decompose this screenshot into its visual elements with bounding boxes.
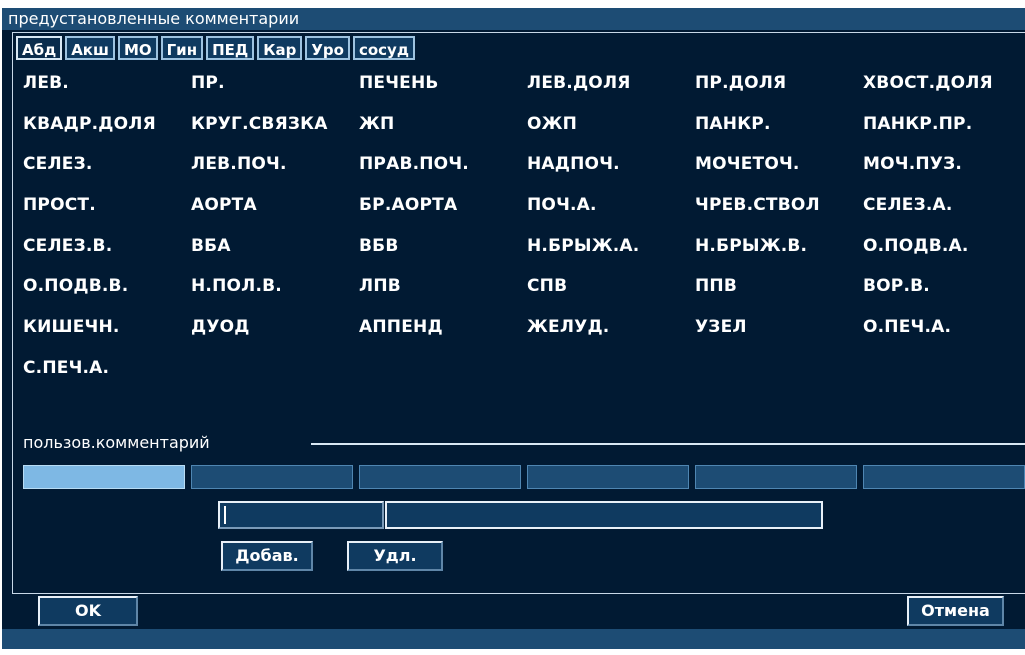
tab-abd[interactable]: Абд (16, 36, 63, 60)
comment-item[interactable]: О.ПОДВ.А. (863, 232, 1025, 273)
custom-slot-3[interactable] (359, 465, 521, 489)
tab-sosud[interactable]: сосуд (352, 36, 415, 60)
comment-item[interactable]: УЗЕЛ (695, 313, 863, 354)
cancel-button[interactable]: Отмена (907, 596, 1004, 626)
comment-item[interactable]: БР.АОРТА (359, 191, 527, 232)
tab-gin[interactable]: Гин (160, 36, 204, 60)
comment-item[interactable]: СПВ (527, 272, 695, 313)
comment-item[interactable]: ЖП (359, 110, 527, 151)
comment-item[interactable]: Н.БРЫЖ.А. (527, 232, 695, 273)
custom-slot-4[interactable] (527, 465, 689, 489)
comment-grid: ЛЕВ. ПР. ПЕЧЕНЬ ЛЕВ.ДОЛЯ ПР.ДОЛЯ ХВОСТ.Д… (23, 69, 1023, 395)
comment-item[interactable]: ВБА (191, 232, 359, 273)
comment-item[interactable]: ВОР.В. (863, 272, 1025, 313)
comment-item[interactable]: ОЖП (527, 110, 695, 151)
comment-item[interactable]: СЕЛЕЗ. (23, 150, 191, 191)
category-tabs: Абд Акш МО Гин ПЕД Кар Уро сосуд (16, 36, 415, 62)
comment-item[interactable]: ПРОСТ. (23, 191, 191, 232)
custom-comment-slots (23, 465, 1025, 489)
comment-item[interactable]: НАДПОЧ. (527, 150, 695, 191)
tab-uro[interactable]: Уро (305, 36, 350, 60)
comment-item[interactable]: ЛЕВ.ДОЛЯ (527, 69, 695, 110)
comment-item[interactable]: ЛЕВ. (23, 69, 191, 110)
comment-item[interactable]: МОЧ.ПУЗ. (863, 150, 1025, 191)
comment-item[interactable]: ППВ (695, 272, 863, 313)
tab-kar[interactable]: Кар (257, 36, 303, 60)
comment-item[interactable]: АОРТА (191, 191, 359, 232)
custom-comment-text-input[interactable] (385, 501, 823, 529)
comment-item[interactable]: ВБВ (359, 232, 527, 273)
comment-item[interactable]: Н.БРЫЖ.В. (695, 232, 863, 273)
comment-item[interactable]: ХВОСТ.ДОЛЯ (863, 69, 1025, 110)
comment-item[interactable]: МОЧЕТОЧ. (695, 150, 863, 191)
comment-item[interactable]: КВАДР.ДОЛЯ (23, 110, 191, 151)
custom-comment-label: пользов.комментарий (23, 433, 210, 452)
comment-item[interactable]: ПАНКР. (695, 110, 863, 151)
preset-comments-dialog: предустановленные комментарии Абд Акш МО… (2, 8, 1025, 649)
delete-button[interactable]: Удл. (347, 541, 443, 571)
comment-item[interactable]: ЧРЕВ.СТВОЛ (695, 191, 863, 232)
tab-aksh[interactable]: Акш (65, 36, 115, 60)
comment-item[interactable]: ПР. (191, 69, 359, 110)
tab-ped[interactable]: ПЕД (206, 36, 255, 60)
comment-item[interactable]: ЖЕЛУД. (527, 313, 695, 354)
comment-item[interactable]: ПАНКР.ПР. (863, 110, 1025, 151)
comment-item[interactable]: ДУОД (191, 313, 359, 354)
comment-item[interactable]: КРУГ.СВЯЗКА (191, 110, 359, 151)
tab-mo[interactable]: МО (117, 36, 158, 60)
custom-slot-2[interactable] (191, 465, 353, 489)
comment-item[interactable]: АППЕНД (359, 313, 527, 354)
custom-slot-6[interactable] (863, 465, 1025, 489)
comment-item[interactable]: С.ПЕЧ.А. (23, 354, 191, 395)
comment-item[interactable]: О.ПОДВ.В. (23, 272, 191, 313)
comments-panel: Абд Акш МО Гин ПЕД Кар Уро сосуд ЛЕВ. ПР… (12, 32, 1025, 594)
bottom-bar (2, 629, 1025, 649)
comment-item[interactable]: КИШЕЧН. (23, 313, 191, 354)
comment-item[interactable]: ПР.ДОЛЯ (695, 69, 863, 110)
comment-item[interactable]: ПОЧ.А. (527, 191, 695, 232)
comment-item[interactable]: Н.ПОЛ.В. (191, 272, 359, 313)
ok-button[interactable]: OK (38, 596, 138, 626)
custom-slot-1[interactable] (23, 465, 185, 489)
custom-comment-short-input[interactable] (218, 501, 384, 529)
custom-slot-5[interactable] (695, 465, 857, 489)
comment-item[interactable]: ПЕЧЕНЬ (359, 69, 527, 110)
add-button[interactable]: Добав. (221, 541, 313, 571)
comment-item[interactable]: ПРАВ.ПОЧ. (359, 150, 527, 191)
comment-item[interactable]: О.ПЕЧ.А. (863, 313, 1025, 354)
dialog-title: предустановленные комментарии (2, 8, 1025, 30)
comment-item[interactable]: ЛПВ (359, 272, 527, 313)
comment-item[interactable]: СЕЛЕЗ.А. (863, 191, 1025, 232)
comment-item[interactable]: СЕЛЕЗ.В. (23, 232, 191, 273)
section-divider (311, 443, 1025, 445)
comment-item[interactable]: ЛЕВ.ПОЧ. (191, 150, 359, 191)
